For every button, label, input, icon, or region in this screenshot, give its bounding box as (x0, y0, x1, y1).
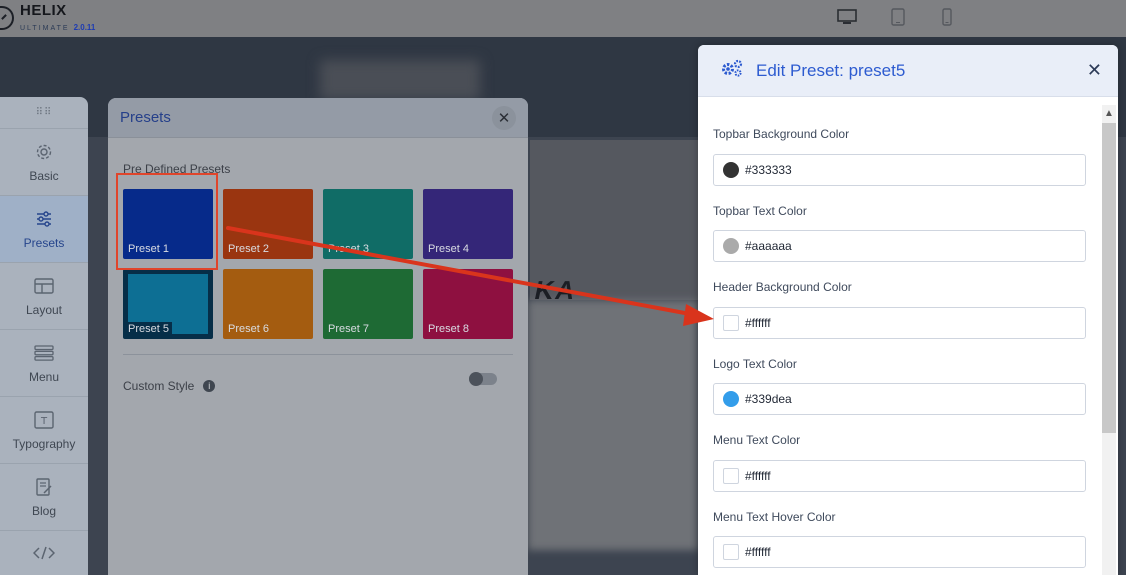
preset-swatch-6[interactable]: Preset 6 (223, 269, 313, 339)
preset-label: Preset 2 (228, 243, 269, 255)
preset-swatch-4[interactable]: Preset 4 (423, 189, 513, 259)
divider (123, 354, 513, 355)
edit-preset-dialog-header: Edit Preset: preset5 ✕ (698, 45, 1118, 97)
field-label-topbar-bg: Topbar Background Color (713, 127, 850, 141)
field-label-header-bg: Header Background Color (713, 280, 852, 294)
desktop-icon[interactable] (836, 7, 858, 27)
color-field-topbar-bg[interactable]: #333333 (713, 154, 1086, 186)
preset-swatch-7[interactable]: Preset 7 (323, 269, 413, 339)
rail-item-basic[interactable]: Basic (0, 129, 88, 196)
field-label-menu-hover: Menu Text Hover Color (713, 510, 836, 524)
custom-style-label: Custom Style (123, 379, 195, 393)
rail-item-typography[interactable]: T Typography (0, 397, 88, 464)
rail-item-layout[interactable]: Layout (0, 263, 88, 330)
rail-item-label: Menu (28, 370, 60, 384)
gear-icon (33, 141, 55, 163)
color-field-logo-text[interactable]: #339dea (713, 383, 1086, 415)
color-field-topbar-text[interactable]: #aaaaaa (713, 230, 1086, 262)
color-swatch[interactable] (723, 238, 739, 254)
drag-handle-icon[interactable]: ⠿⠿ (0, 97, 88, 129)
rail-item-label: Basic (29, 169, 59, 183)
blog-icon (33, 476, 55, 498)
rail-item-blog[interactable]: Blog (0, 464, 88, 531)
color-field-menu-text[interactable]: #ffffff (713, 460, 1086, 492)
menu-icon (33, 342, 55, 364)
color-value: #ffffff (745, 469, 771, 483)
sliders-icon (33, 208, 55, 230)
rail-item-custom-code[interactable] (0, 531, 88, 575)
rail-item-label: Layout (25, 303, 63, 317)
typography-icon: T (33, 409, 55, 431)
logo-title: HELIX (20, 1, 67, 19)
mobile-icon[interactable] (939, 7, 955, 27)
color-value: #aaaaaa (745, 239, 792, 253)
preset-swatch-8[interactable]: Preset 8 (423, 269, 513, 339)
site-preview-blur (320, 60, 480, 100)
admin-topbar: HELIX ULTIMATE 2.0.11 (0, 0, 1126, 37)
layout-icon (33, 275, 55, 297)
settings-rail: ⠿⠿ Basic Presets Layout Menu T Typograph… (0, 97, 88, 575)
preset-label: Preset 8 (428, 323, 469, 335)
preset-label: Preset 5 (128, 322, 172, 335)
presets-panel-title: Presets (120, 109, 171, 126)
edit-preset-dialog-title: Edit Preset: preset5 (756, 60, 906, 80)
close-icon[interactable]: ✕ (492, 105, 516, 130)
preset-swatch-5[interactable]: Preset 5 (123, 269, 213, 339)
info-icon[interactable]: i (203, 380, 216, 392)
tablet-icon[interactable] (888, 7, 908, 27)
color-value: #333333 (745, 163, 792, 177)
rail-item-presets[interactable]: Presets (0, 196, 88, 263)
custom-style-row: Custom Style i (123, 379, 216, 393)
color-swatch[interactable] (723, 162, 739, 178)
color-value: #ffffff (745, 545, 771, 559)
svg-text:T: T (40, 416, 48, 427)
code-icon (33, 542, 55, 564)
rail-item-menu[interactable]: Menu (0, 330, 88, 397)
preset-swatch-2[interactable]: Preset 2 (223, 189, 313, 259)
edit-preset-dialog: Edit Preset: preset5 ✕ Topbar Background… (698, 45, 1118, 575)
scroll-up-icon[interactable]: ▲ (1102, 105, 1116, 121)
field-label-menu-text: Menu Text Color (713, 433, 801, 447)
color-swatch[interactable] (723, 315, 739, 331)
color-field-header-bg[interactable]: #ffffff (713, 307, 1086, 339)
color-swatch[interactable] (723, 391, 739, 407)
site-preview-word: KA (531, 275, 580, 305)
gears-icon (720, 58, 744, 83)
rail-item-label: Typography (12, 437, 76, 451)
rail-item-label: Presets (23, 236, 65, 250)
color-swatch[interactable] (723, 544, 739, 560)
helix-logo-mark-icon (0, 6, 14, 30)
preset-label: Preset 3 (328, 243, 369, 255)
site-preview-image (528, 300, 698, 550)
color-value: #339dea (745, 392, 792, 406)
preset-label: Preset 7 (328, 323, 369, 335)
preset-label: Preset 4 (428, 243, 469, 255)
presets-panel: Presets ✕ Pre Defined Presets Preset 1 P… (108, 98, 528, 575)
helix-logo: HELIX ULTIMATE 2.0.11 (0, 1, 96, 32)
scrollbar-thumb[interactable] (1102, 123, 1116, 433)
color-value: #ffffff (745, 316, 771, 330)
preset-swatch-3[interactable]: Preset 3 (323, 189, 413, 259)
logo-subtitle: ULTIMATE (20, 24, 70, 32)
field-label-topbar-text: Topbar Text Color (713, 204, 807, 218)
preset-label: Preset 6 (228, 323, 269, 335)
presets-panel-header: Presets ✕ (108, 98, 528, 138)
close-icon[interactable]: ✕ (1087, 60, 1102, 81)
field-label-logo-text: Logo Text Color (713, 357, 797, 371)
logo-version: 2.0.11 (73, 22, 96, 32)
color-swatch[interactable] (723, 468, 739, 484)
custom-style-toggle[interactable] (469, 372, 497, 386)
annotation-highlight-box (116, 173, 218, 270)
rail-item-label: Blog (31, 504, 57, 518)
color-field-menu-hover[interactable]: #ffffff (713, 536, 1086, 568)
